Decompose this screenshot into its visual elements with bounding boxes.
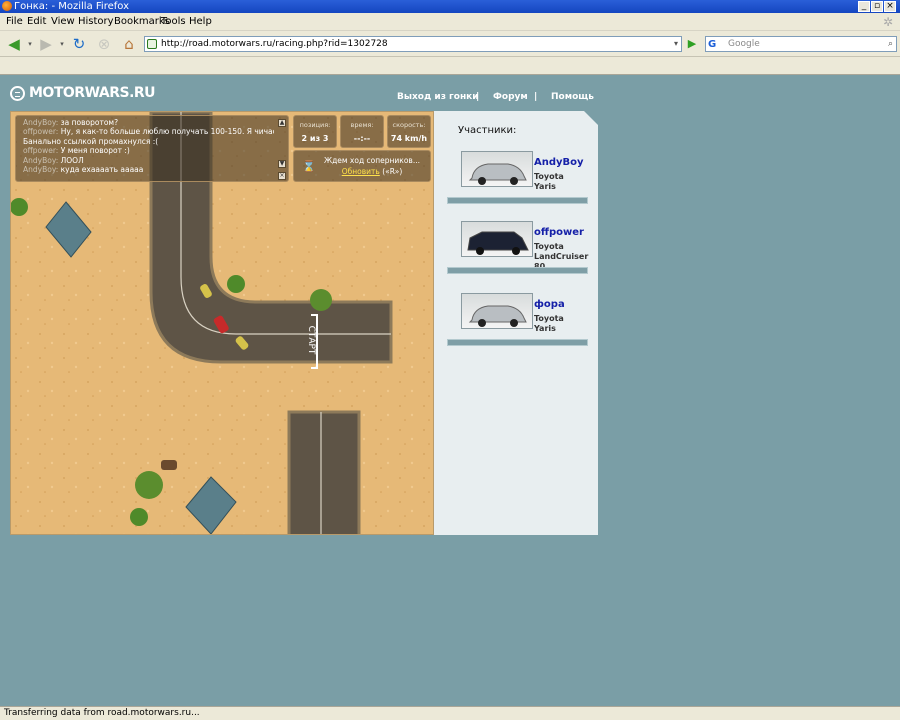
nav-separator: | (476, 92, 480, 102)
reload-icon[interactable]: ↻ (68, 35, 90, 53)
chat-scroll-up-icon[interactable]: ▲ (278, 119, 286, 127)
window-titlebar: Гонка: - Mozilla Firefox _ ▫ × (0, 0, 900, 13)
participant-name[interactable]: offpower (534, 227, 584, 238)
participant-car: Toyota Yaris (534, 314, 564, 333)
go-icon[interactable]: ▶ (684, 37, 700, 51)
participant-name[interactable]: AndyBoy (534, 157, 584, 168)
car-photo-image (468, 305, 527, 327)
home-icon[interactable]: ⌂ (118, 35, 140, 53)
participant-progress-bar (447, 197, 588, 204)
navigation-toolbar: ◀ ▾ ▶ ▾ ↻ ⊗ ⌂ http://road.motorwars.ru/r… (0, 31, 900, 57)
url-text: http://road.motorwars.ru/racing.php?rid=… (161, 39, 388, 49)
car-photo-image (468, 163, 527, 185)
chat-close-icon[interactable]: × (278, 172, 286, 180)
participant-progress-bar (447, 267, 588, 274)
speed-stat: скорость: 74 km/h (387, 115, 431, 148)
site-identity-icon (147, 39, 157, 49)
menu-file[interactable]: File (6, 16, 23, 27)
help-link[interactable]: Помощь (551, 92, 594, 102)
url-input[interactable]: http://road.motorwars.ru/racing.php?rid=… (144, 36, 682, 52)
chat-message: Банально ссылкой промахнулся :( (23, 136, 159, 146)
participant-card[interactable]: offpower Toyota LandCruiser 80 (447, 221, 588, 281)
search-input[interactable]: G Google ⌕ (705, 36, 897, 52)
exit-race-link[interactable]: Выход из гонки (397, 92, 479, 102)
close-window-button[interactable]: × (884, 1, 896, 12)
car-photo (461, 293, 533, 329)
position-stat: позиция: 2 из 3 (293, 115, 337, 148)
crate (161, 460, 177, 470)
menu-view[interactable]: View (51, 16, 75, 27)
menu-edit[interactable]: Edit (27, 16, 46, 27)
bush (227, 275, 245, 293)
waiting-text: Ждем ход соперников... (324, 156, 420, 165)
refresh-link[interactable]: Обновить (342, 167, 380, 176)
forum-link[interactable]: Форум (493, 92, 528, 102)
url-dropdown-icon[interactable]: ▾ (674, 37, 678, 51)
bush (135, 471, 163, 499)
status-text: Transferring data from road.motorwars.ru… (4, 708, 200, 718)
participant-name[interactable]: фора (534, 299, 565, 310)
road-lower (287, 410, 361, 534)
site-logo[interactable]: MOTORWARS.RU (10, 84, 156, 102)
logo-text: MOTORWARS.RU (29, 85, 156, 101)
throbber-icon: ✲ (883, 15, 894, 29)
window-title: Гонка: - Mozilla Firefox (14, 1, 129, 12)
panel-corner (584, 111, 598, 125)
chat-message: AndyBoy: куда ехаааать ааааа (23, 165, 144, 175)
back-icon[interactable]: ◀ (3, 35, 25, 53)
google-search-engine-icon[interactable]: G (708, 38, 716, 52)
car-photo-image (467, 231, 529, 255)
car-photo (461, 151, 533, 187)
bookmarks-toolbar (0, 57, 900, 75)
menu-bar: File Edit View History Bookmarks Tools H… (0, 13, 900, 31)
participants-title: Участники: (458, 125, 517, 136)
chat-box: AndyBoy: за поворотом? offpower: Ну, я к… (15, 115, 289, 182)
forward-icon[interactable]: ▶ (36, 35, 56, 53)
race-stats: позиция: 2 из 3 время: --:-- скорость: 7… (293, 115, 431, 148)
bush (130, 508, 148, 526)
participant-card[interactable]: AndyBoy Toyota Yaris (447, 151, 588, 211)
menu-tools[interactable]: Tools (161, 16, 186, 27)
search-magnifier-icon[interactable]: ⌕ (888, 37, 893, 51)
time-stat: время: --:-- (340, 115, 384, 148)
chat-scroll-down-icon[interactable]: ▼ (278, 160, 286, 168)
maximize-button[interactable]: ▫ (871, 1, 883, 12)
search-placeholder: Google (728, 39, 760, 49)
bush (310, 289, 332, 311)
web-page: MOTORWARS.RU Выход из гонки | Форум | По… (0, 76, 900, 706)
firefox-icon (2, 1, 12, 11)
waiting-panel: ⌛ Ждем ход соперников... Обновить («R») (293, 150, 431, 182)
participant-card[interactable]: фора Toyota Yaris (447, 293, 588, 353)
start-label: СТАРТ (306, 326, 316, 355)
chat-message: AndyBoy: ЛООЛ (23, 155, 84, 165)
chat-message: offpower: Ну, я как-то больше люблю полу… (23, 127, 274, 137)
status-bar: Transferring data from road.motorwars.ru… (0, 706, 900, 720)
menu-history[interactable]: History (78, 16, 114, 27)
chat-message: offpower: У меня поворот :) (23, 146, 130, 156)
chat-message: AndyBoy: за поворотом? (23, 118, 119, 127)
participant-progress-bar (447, 339, 588, 346)
logo-wheel-icon (10, 85, 25, 101)
nav-separator: | (534, 92, 538, 102)
car-photo (461, 221, 533, 257)
race-track-board[interactable]: СТАРТ AndyBoy: за поворотом? offpower: Н… (10, 111, 434, 535)
refresh-hotkey: («R») (382, 167, 403, 176)
back-dropdown-icon[interactable]: ▾ (26, 35, 34, 53)
menu-help[interactable]: Help (189, 16, 212, 27)
stop-icon[interactable]: ⊗ (94, 35, 114, 53)
minimize-button[interactable]: _ (858, 1, 870, 12)
forward-dropdown-icon[interactable]: ▾ (58, 35, 66, 53)
participants-panel: Участники: AndyBoy Toyota Yaris offpower… (434, 111, 598, 535)
hourglass-icon: ⌛ (302, 160, 316, 173)
participant-car: Toyota Yaris (534, 172, 564, 191)
